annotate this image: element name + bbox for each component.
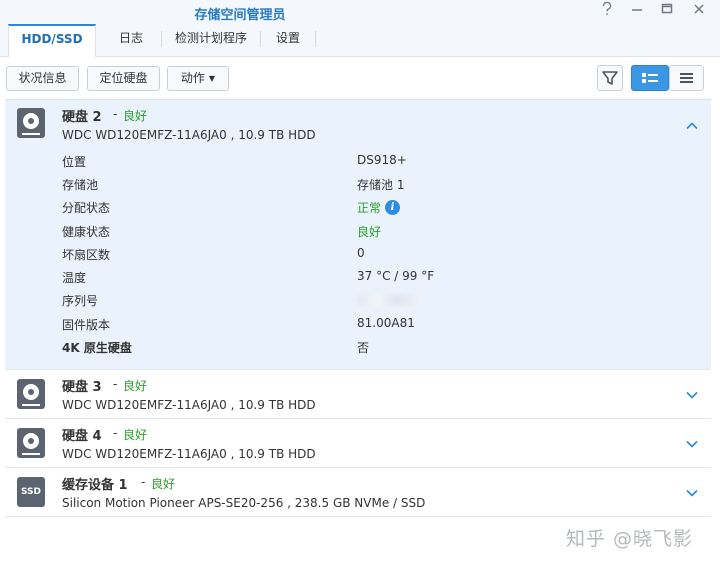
- disk-item[interactable]: SSD 缓存设备 1 - 良好 Silicon Motion Pioneer A…: [5, 468, 711, 517]
- status-info-button[interactable]: 状况信息: [6, 66, 79, 91]
- serial-redaction: [357, 294, 423, 306]
- detail-value-bad-sectors: 0: [357, 246, 365, 260]
- maximize-icon[interactable]: [656, 2, 678, 22]
- tab-hdd-ssd[interactable]: HDD/SSD: [8, 24, 96, 58]
- tab-divider: [161, 31, 162, 47]
- watermark: 知乎 @晓飞影: [566, 528, 694, 550]
- detail-value-firmware: 81.00A81: [357, 316, 415, 330]
- disk-item[interactable]: 硬盘 3 - 良好 WDC WD120EMFZ-11A6JA0 , 10.9 T…: [5, 370, 711, 419]
- detail-value-allocation: 正常: [357, 201, 382, 215]
- disk-model: Silicon Motion Pioneer APS-SE20-256 , 23…: [62, 496, 426, 510]
- disk-model: WDC WD120EMFZ-11A6JA0 , 10.9 TB HDD: [62, 398, 316, 412]
- help-icon[interactable]: [596, 1, 618, 22]
- action-button-label: 动作: [180, 71, 205, 85]
- detail-value-4k-native: 否: [357, 341, 370, 355]
- hdd-icon: [17, 379, 45, 409]
- chevron-down-icon[interactable]: [685, 388, 699, 402]
- caret-down-icon: ▼: [208, 74, 216, 83]
- detail-label-serial: 序列号: [62, 294, 99, 308]
- tab-settings[interactable]: 设置: [262, 24, 314, 57]
- locate-disk-button[interactable]: 定位硬盘: [87, 66, 160, 91]
- status-separator: -: [113, 377, 118, 391]
- minimize-icon[interactable]: [626, 2, 648, 22]
- disk-status: 良好: [123, 428, 148, 442]
- disk-status: 良好: [123, 109, 148, 123]
- detail-label-pool: 存储池: [62, 178, 99, 192]
- detail-value-location: DS918+: [357, 153, 407, 167]
- tab-divider: [315, 31, 316, 47]
- disk-status: 良好: [151, 477, 176, 491]
- disk-name: 硬盘 4: [62, 429, 102, 444]
- toolbar: 状况信息 定位硬盘 动作 ▼: [0, 57, 720, 99]
- chevron-down-icon[interactable]: [685, 486, 699, 500]
- close-icon[interactable]: [688, 2, 710, 22]
- chevron-up-icon[interactable]: [685, 119, 699, 133]
- detail-label-4k-native: 4K 原生硬盘: [62, 341, 132, 355]
- detail-label-allocation: 分配状态: [62, 201, 111, 215]
- ssd-icon: SSD: [17, 477, 45, 507]
- list-detail-icon: [642, 73, 658, 83]
- hdd-icon: [17, 108, 45, 138]
- status-separator: -: [141, 475, 146, 489]
- detail-value-temperature: 37 °C / 99 °F: [357, 269, 435, 283]
- filter-button[interactable]: [597, 65, 623, 91]
- tab-test-schedule[interactable]: 检测计划程序: [163, 24, 259, 57]
- disk-model: WDC WD120EMFZ-11A6JA0 , 10.9 TB HDD: [62, 128, 316, 142]
- detail-value-pool: 存储池 1: [357, 178, 405, 192]
- title-bar: 存储空间管理员: [0, 0, 720, 24]
- disk-item[interactable]: 硬盘 4 - 良好 WDC WD120EMFZ-11A6JA0 , 10.9 T…: [5, 419, 711, 468]
- action-dropdown-button[interactable]: 动作 ▼: [167, 66, 229, 91]
- disk-status: 良好: [123, 379, 148, 393]
- disk-model: WDC WD120EMFZ-11A6JA0 , 10.9 TB HDD: [62, 447, 316, 461]
- list-view-button[interactable]: [669, 65, 704, 91]
- disk-item-expanded[interactable]: 硬盘 2 - 良好 WDC WD120EMFZ-11A6JA0 , 10.9 T…: [5, 99, 711, 370]
- detail-value-health: 良好: [357, 225, 382, 239]
- detail-label-location: 位置: [62, 155, 87, 169]
- list-compact-icon: [680, 73, 693, 83]
- disk-name: 硬盘 3: [62, 380, 102, 395]
- status-separator: -: [113, 426, 118, 440]
- detail-label-firmware: 固件版本: [62, 318, 111, 332]
- filter-icon: [602, 71, 618, 85]
- window-title: 存储空间管理员: [194, 8, 286, 23]
- detail-label-health: 健康状态: [62, 225, 111, 239]
- disk-name: 缓存设备 1: [62, 478, 128, 493]
- status-separator: -: [113, 107, 118, 121]
- chevron-down-icon[interactable]: [685, 437, 699, 451]
- detail-label-temperature: 温度: [62, 271, 87, 285]
- tab-log[interactable]: 日志: [103, 24, 159, 57]
- tab-divider: [260, 31, 261, 47]
- tab-bar: HDD/SSD 日志 检测计划程序 设置: [0, 24, 720, 58]
- info-icon[interactable]: i: [385, 200, 400, 215]
- disk-name: 硬盘 2: [62, 110, 102, 125]
- hdd-icon: [17, 428, 45, 458]
- detail-view-button[interactable]: [631, 65, 669, 91]
- detail-label-bad-sectors: 坏扇区数: [62, 248, 111, 262]
